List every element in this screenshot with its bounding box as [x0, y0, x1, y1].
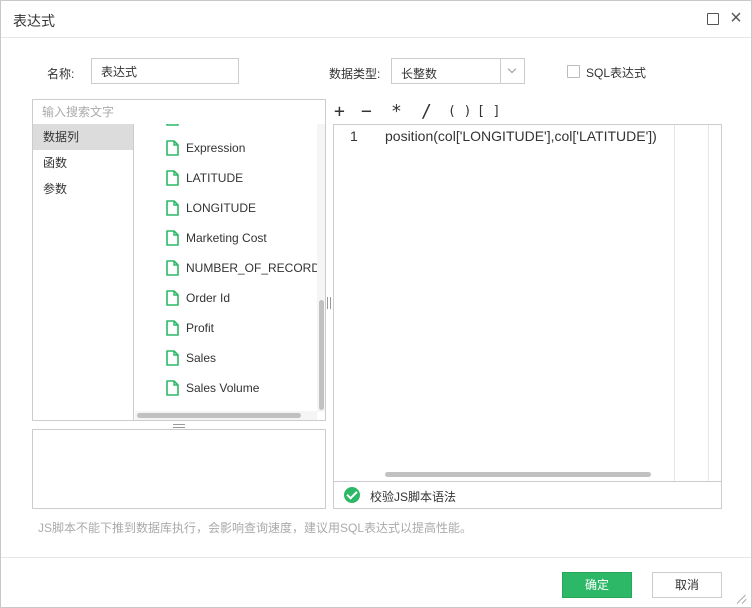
horizontal-splitter-handle[interactable] [173, 424, 185, 425]
category-list: 数据列 函数 参数 [33, 124, 134, 420]
expression-dialog: 表达式 × 名称: 数据类型: 长整数 SQL表达式 数据列 函数 参数 Exp… [0, 0, 752, 608]
field-list-item[interactable]: Expression [135, 133, 317, 163]
sql-expression-checkbox[interactable] [567, 65, 580, 78]
file-icon [166, 170, 179, 186]
title-bar: 表达式 × [1, 1, 751, 38]
search-input[interactable] [32, 99, 326, 125]
field-list: Expression LATITUDE LONGITUDE Marketing Cos… [135, 124, 317, 412]
field-list-item[interactable]: Sales [135, 343, 317, 373]
ok-button[interactable]: 确定 [562, 572, 632, 598]
multiply-operator-button[interactable]: * [391, 101, 402, 122]
editor-ruler [708, 125, 709, 481]
data-type-select[interactable]: 长整数 [391, 58, 525, 84]
field-list-vertical-scrollbar[interactable] [317, 124, 325, 412]
field-list-horizontal-scrollbar[interactable] [135, 411, 317, 420]
minus-operator-button[interactable]: − [361, 101, 372, 122]
data-type-label: 数据类型: [329, 67, 381, 81]
field-list-item[interactable]: Profit [135, 313, 317, 343]
field-name: LATITUDE [186, 171, 244, 185]
category-item-functions[interactable]: 函数 [33, 150, 133, 176]
script-editor[interactable]: 1 position(col['LONGITUDE'],col['LATITUD… [333, 124, 722, 482]
sql-expression-label[interactable]: SQL表达式 [586, 64, 646, 81]
chevron-down-icon[interactable] [500, 59, 524, 83]
file-icon [166, 320, 179, 336]
field-name: Marketing Cost [186, 231, 267, 245]
field-list-item[interactable]: Sales Volume [135, 373, 317, 403]
maximize-icon[interactable] [707, 13, 719, 25]
column-browser: 数据列 函数 参数 Expression LATITUDE LONGITUDE Mar… [32, 124, 326, 421]
file-icon [166, 350, 179, 366]
field-name: NUMBER_OF_RECORDS [186, 261, 317, 275]
field-items: Expression LATITUDE LONGITUDE Marketing Cos… [135, 124, 317, 403]
resize-grip-icon[interactable] [737, 594, 747, 604]
file-icon [166, 124, 179, 126]
horizontal-scroll-thumb[interactable] [137, 413, 301, 418]
file-icon [166, 230, 179, 246]
field-list-item[interactable]: LATITUDE [135, 163, 317, 193]
file-icon [166, 260, 179, 276]
performance-hint: JS脚本不能下推到数据库执行，会影响查询速度，建议用SQL表达式以提高性能。 [38, 521, 473, 535]
editor-ruler [674, 125, 675, 481]
field-name: Order Id [186, 291, 231, 305]
validate-script-label[interactable]: 校验JS脚本语法 [370, 488, 456, 505]
close-icon[interactable]: × [726, 8, 746, 28]
horizontal-splitter-handle-line [173, 427, 185, 428]
dialog-footer: 确定 取消 [1, 557, 751, 607]
category-item-parameters[interactable]: 参数 [33, 176, 133, 202]
data-type-value: 长整数 [401, 67, 438, 81]
field-name: LONGITUDE [186, 201, 257, 215]
vertical-splitter-handle-line [330, 297, 331, 309]
brackets-operator-button[interactable]: [ ] [477, 104, 500, 119]
name-input[interactable] [91, 58, 239, 84]
field-name: Sales Volume [186, 381, 260, 395]
dialog-title: 表达式 [13, 13, 55, 29]
divide-operator-button[interactable]: / [421, 101, 432, 122]
file-icon [166, 290, 179, 306]
file-icon [166, 380, 179, 396]
parentheses-operator-button[interactable]: ( ) [448, 104, 471, 119]
description-panel [32, 429, 326, 509]
file-icon [166, 140, 179, 156]
field-list-item[interactable]: Marketing Cost [135, 223, 317, 253]
field-name: Expression [186, 141, 246, 155]
file-icon [166, 200, 179, 216]
line-number: 1 [350, 128, 358, 144]
code-line[interactable]: position(col['LONGITUDE'],col['LATITUDE'… [385, 128, 657, 144]
editor-horizontal-scroll-thumb[interactable] [385, 472, 651, 477]
validate-bar: 校验JS脚本语法 [333, 481, 722, 509]
field-name: Profit [186, 321, 215, 335]
plus-operator-button[interactable]: + [334, 101, 345, 122]
field-list-item[interactable]: Order Id [135, 283, 317, 313]
field-list-item[interactable]: NUMBER_OF_RECORDS [135, 253, 317, 283]
category-item-columns[interactable]: 数据列 [33, 124, 133, 150]
field-list-item[interactable] [135, 124, 317, 133]
field-list-item[interactable]: LONGITUDE [135, 193, 317, 223]
vertical-scroll-thumb[interactable] [319, 300, 324, 410]
cancel-button[interactable]: 取消 [652, 572, 722, 598]
name-label: 名称: [47, 67, 75, 81]
check-circle-icon[interactable] [344, 487, 360, 503]
field-name: Sales [186, 351, 217, 365]
vertical-splitter-handle[interactable] [327, 297, 328, 309]
